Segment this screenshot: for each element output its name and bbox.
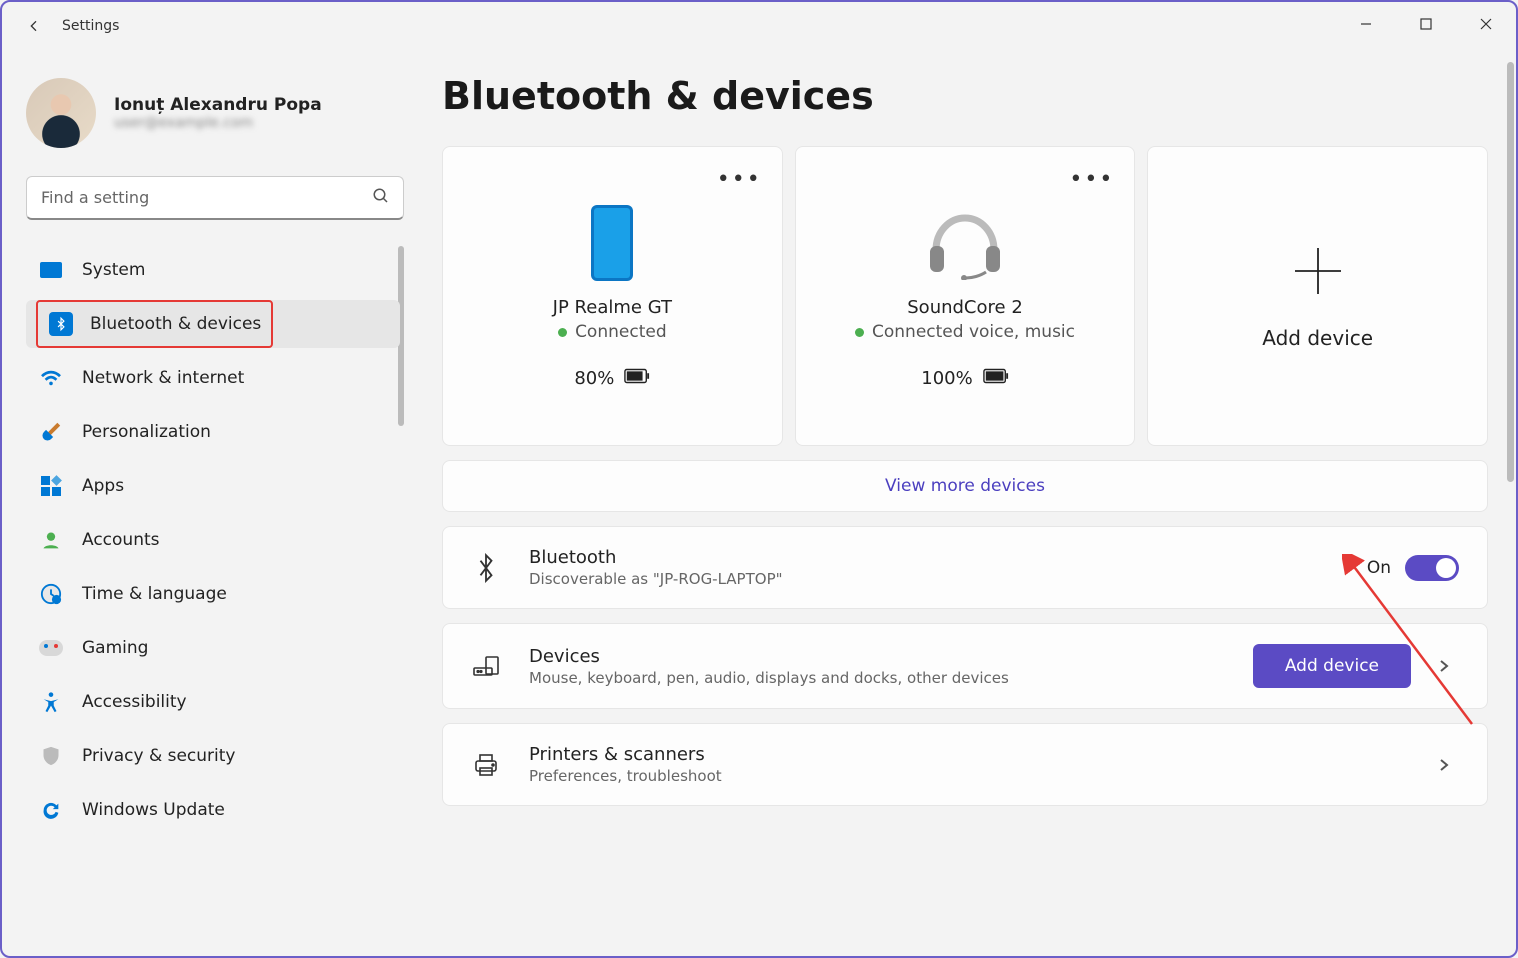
nav-time-language[interactable]: Time & language (26, 570, 400, 618)
row-title: Printers & scanners (529, 744, 1429, 765)
row-title: Devices (529, 646, 1253, 667)
add-device-button[interactable]: Add device (1253, 644, 1411, 688)
row-subtitle: Preferences, troubleshoot (529, 767, 1429, 785)
row-subtitle: Mouse, keyboard, pen, audio, displays an… (529, 669, 1253, 687)
nav-label: Bluetooth & devices (90, 314, 261, 334)
nav-windows-update[interactable]: Windows Update (26, 786, 400, 834)
device-name: SoundCore 2 (907, 297, 1023, 318)
search-wrap (26, 176, 404, 220)
search-icon (372, 187, 390, 209)
chevron-right-icon[interactable] (1429, 659, 1459, 673)
page-title: Bluetooth & devices (442, 74, 1488, 118)
sidebar: Ionuț Alexandru Popa user@example.com Sy… (2, 50, 422, 956)
add-device-card[interactable]: Add device (1147, 146, 1488, 446)
gamepad-icon (38, 635, 64, 661)
nav-bluetooth-devices[interactable]: Bluetooth & devices (26, 300, 400, 348)
printers-row[interactable]: Printers & scanners Preferences, trouble… (442, 723, 1488, 806)
nav-accessibility[interactable]: Accessibility (26, 678, 400, 726)
device-card-headphones[interactable]: ••• SoundCore 2 Connected voice, music 1… (795, 146, 1136, 446)
nav-apps[interactable]: Apps (26, 462, 400, 510)
shield-icon (38, 743, 64, 769)
nav-gaming[interactable]: Gaming (26, 624, 400, 672)
battery-icon (983, 368, 1009, 389)
system-icon (38, 257, 64, 283)
more-icon[interactable]: ••• (717, 169, 762, 191)
nav-label: Privacy & security (82, 746, 236, 766)
scrollbar-thumb[interactable] (1507, 62, 1514, 482)
nav-label: Network & internet (82, 368, 244, 388)
printer-icon (471, 752, 501, 778)
device-status: Connected (558, 322, 667, 342)
view-more-devices-link[interactable]: View more devices (442, 460, 1488, 512)
nav-label: Accounts (82, 530, 160, 550)
nav-network[interactable]: Network & internet (26, 354, 400, 402)
battery-icon (624, 368, 650, 389)
brush-icon (38, 419, 64, 445)
devices-row[interactable]: Devices Mouse, keyboard, pen, audio, dis… (442, 623, 1488, 709)
nav-privacy-security[interactable]: Privacy & security (26, 732, 400, 780)
nav: System Bluetooth & devices Network & int… (26, 246, 404, 956)
nav-label: Windows Update (82, 800, 225, 820)
profile-name: Ionuț Alexandru Popa (114, 95, 322, 115)
bluetooth-icon (48, 311, 74, 337)
app-title: Settings (62, 18, 119, 34)
profile-email: user@example.com (114, 115, 322, 131)
search-input[interactable] (26, 176, 404, 220)
nav-system[interactable]: System (26, 246, 400, 294)
clock-icon (38, 581, 64, 607)
devices-icon (471, 654, 501, 678)
back-button[interactable] (14, 6, 54, 46)
device-card-phone[interactable]: ••• JP Realme GT Connected 80% (442, 146, 783, 446)
device-cards-row: ••• JP Realme GT Connected 80% ••• Sound… (442, 146, 1488, 446)
apps-icon (38, 473, 64, 499)
bluetooth-toggle-row: Bluetooth Discoverable as "JP-ROG-LAPTOP… (442, 526, 1488, 609)
account-icon (38, 527, 64, 553)
window-controls (1336, 2, 1516, 46)
nav-label: Personalization (82, 422, 211, 442)
wifi-icon (38, 365, 64, 391)
more-icon[interactable]: ••• (1069, 169, 1114, 191)
maximize-button[interactable] (1396, 2, 1456, 46)
phone-icon (589, 203, 635, 283)
profile-block[interactable]: Ionuț Alexandru Popa user@example.com (26, 78, 404, 148)
nav-accounts[interactable]: Accounts (26, 516, 400, 564)
nav-label: Gaming (82, 638, 148, 658)
status-dot-icon (558, 328, 567, 337)
toggle-state-label: On (1367, 558, 1391, 578)
minimize-button[interactable] (1336, 2, 1396, 46)
device-status: Connected voice, music (855, 322, 1075, 342)
accessibility-icon (38, 689, 64, 715)
plus-icon (1289, 242, 1347, 300)
nav-label: Accessibility (82, 692, 187, 712)
titlebar: Settings (2, 2, 1516, 50)
update-icon (38, 797, 64, 823)
nav-label: Time & language (82, 584, 227, 604)
row-subtitle: Discoverable as "JP-ROG-LAPTOP" (529, 570, 1367, 588)
close-button[interactable] (1456, 2, 1516, 46)
nav-label: System (82, 260, 145, 280)
status-dot-icon (855, 328, 864, 337)
device-battery: 100% (921, 368, 1008, 389)
avatar (26, 78, 96, 148)
nav-label: Apps (82, 476, 124, 496)
chevron-right-icon[interactable] (1429, 758, 1459, 772)
nav-personalization[interactable]: Personalization (26, 408, 400, 456)
add-device-label: Add device (1262, 326, 1373, 350)
row-title: Bluetooth (529, 547, 1367, 568)
bluetooth-icon (471, 553, 501, 583)
main-content: Bluetooth & devices ••• JP Realme GT Con… (422, 50, 1516, 956)
device-name: JP Realme GT (553, 297, 672, 318)
bluetooth-toggle[interactable] (1405, 555, 1459, 581)
device-battery: 80% (574, 368, 650, 389)
headphones-icon (924, 203, 1006, 283)
